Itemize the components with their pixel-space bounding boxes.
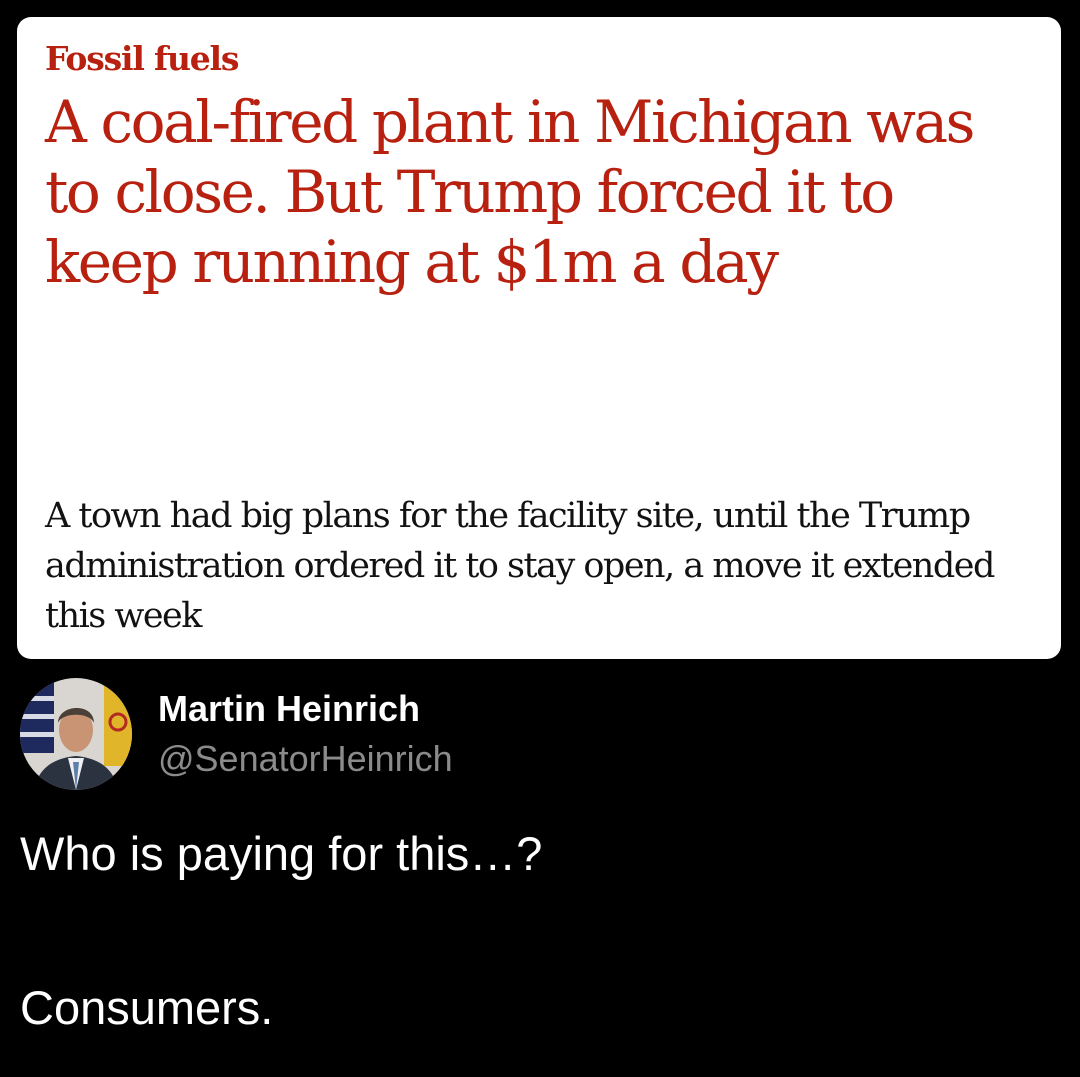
profile-photo-icon bbox=[20, 678, 132, 790]
post-author: Martin Heinrich @SenatorHeinrich bbox=[20, 678, 620, 790]
article-standfirst: A town had big plans for the facility si… bbox=[45, 496, 995, 636]
article-screenshot-card: Fossil fuels A coal-fired plant in Michi… bbox=[17, 17, 1061, 659]
article-headline: A coal-fired plant in Michigan was to cl… bbox=[45, 88, 975, 296]
author-name[interactable]: Martin Heinrich bbox=[158, 688, 420, 730]
post-text-line: Who is paying for this…? bbox=[20, 827, 543, 880]
post-text-line: Consumers. bbox=[20, 981, 274, 1034]
avatar[interactable] bbox=[20, 678, 132, 790]
author-handle[interactable]: @SenatorHeinrich bbox=[158, 738, 453, 780]
article-kicker: Fossil fuels bbox=[45, 39, 239, 78]
